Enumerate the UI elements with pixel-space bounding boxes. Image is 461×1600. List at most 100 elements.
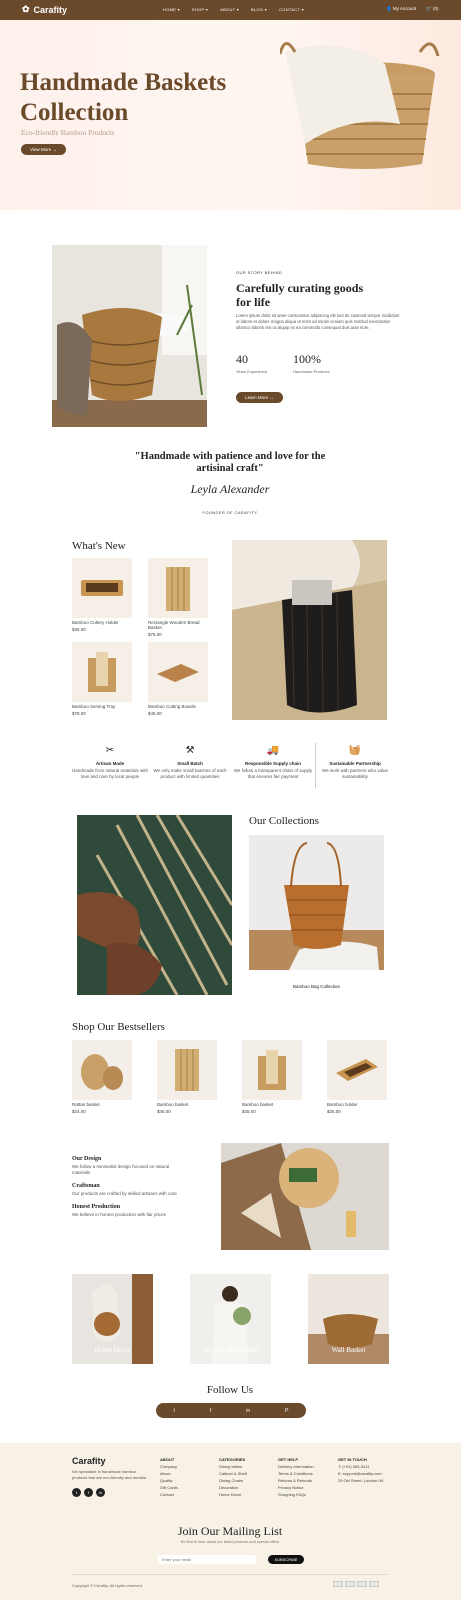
- product-name: Bamboo basket: [242, 1102, 274, 1107]
- product-image: [72, 642, 132, 702]
- product-image: [148, 642, 208, 702]
- twitter-icon[interactable]: t: [173, 1408, 174, 1414]
- footer-social: t f in: [72, 1488, 105, 1497]
- nav-shop[interactable]: SHOP ▾: [192, 7, 208, 12]
- product-price: $35.00: [72, 627, 86, 632]
- bestseller-card[interactable]: Bamboo basket $45.00: [157, 1040, 217, 1114]
- account-link[interactable]: 👤 My Account: [386, 6, 416, 12]
- footer-email[interactable]: E: support@carafity.com: [338, 1470, 393, 1477]
- bag-collection-image[interactable]: [249, 835, 384, 970]
- value-title: Craftsman: [72, 1183, 100, 1189]
- table-setting-image: [221, 1143, 389, 1250]
- stat-years-label: Years Experience: [236, 369, 268, 374]
- footer-link[interactable]: Delivery Information: [278, 1463, 333, 1470]
- bestseller-card[interactable]: Rattan basket $24.00: [72, 1040, 132, 1114]
- product-card[interactable]: Bamboo Cutlery Holder $35.00: [72, 558, 132, 632]
- values-list: Our Design We follow a minimalist design…: [72, 1156, 187, 1218]
- category-wall-basket[interactable]: Wall Basket: [308, 1274, 389, 1364]
- about-kicker: OUR STORY BEHIND: [236, 270, 283, 275]
- category-label: Home Decor: [94, 1346, 131, 1354]
- product-card[interactable]: Bamboo Serving Tray $78.00: [72, 642, 132, 716]
- site-footer: Carafity We specialize in handmade bambo…: [0, 1443, 461, 1600]
- footer-link[interactable]: Quality: [160, 1477, 210, 1484]
- truck-icon: 🚚: [266, 745, 280, 756]
- bestseller-card[interactable]: Bamboo holder $35.00: [327, 1040, 387, 1114]
- feature-text: We only make small batches of each produ…: [153, 768, 227, 779]
- about-basket-image: [52, 245, 207, 427]
- nav-contact[interactable]: CONTACT ▾: [279, 7, 304, 12]
- about-body: Lorem ipsum dolor sit amet consectetur a…: [236, 313, 400, 330]
- footer-link[interactable]: Cabinet & Shelf: [219, 1470, 274, 1477]
- facebook-icon[interactable]: f: [210, 1408, 211, 1414]
- collection-caption[interactable]: Bamboo Bag Collection: [249, 984, 384, 989]
- brand-logo[interactable]: ✿ Carafity: [22, 4, 67, 15]
- site-header: ✿ Carafity HOME ▾ SHOP ▾ ABOUT ▾ BLOG ▾ C…: [0, 0, 461, 20]
- product-image: [148, 558, 208, 618]
- product-name: Bamboo Cutting Boards: [148, 704, 196, 709]
- cart-link[interactable]: 🛒 (0): [426, 6, 438, 12]
- product-name: Bamboo basket: [157, 1102, 189, 1107]
- bestseller-card[interactable]: Bamboo basket $45.00: [242, 1040, 302, 1114]
- newsletter-email-input[interactable]: [157, 1555, 257, 1564]
- product-price: $35.00: [327, 1109, 341, 1114]
- founder-signature: Leyla Alexander: [190, 482, 270, 496]
- footer-col-help: GET HELP Delivery Information Terms & Co…: [278, 1456, 333, 1498]
- footer-link[interactable]: Dining Chairs: [219, 1477, 274, 1484]
- nav-home[interactable]: HOME ▾: [163, 7, 180, 12]
- footer-link[interactable]: Decoration: [219, 1484, 274, 1491]
- founder-quote: "Handmade with patience and love for the…: [134, 451, 326, 474]
- product-price: $45.00: [148, 711, 162, 716]
- feature-artisan: ✂ Artisan Made Handmade from natural mat…: [70, 745, 150, 780]
- instagram-icon[interactable]: in: [246, 1408, 250, 1414]
- category-home-decor[interactable]: Home Decor: [72, 1274, 153, 1364]
- quote-attribution: FOUNDER OF CARAFITY: [202, 510, 258, 515]
- footer-link[interactable]: Shopping FAQs: [278, 1491, 333, 1498]
- footer-col-title: CATEGORIES: [219, 1457, 246, 1462]
- stat-handmade-value: 100%: [293, 352, 321, 366]
- product-card[interactable]: Bamboo Cutting Boards $45.00: [148, 642, 208, 716]
- footer-col-title: ABOUT: [160, 1457, 175, 1462]
- whats-new-title: What's New: [72, 540, 126, 552]
- value-text: We follow a minimalist design focused on…: [72, 1164, 170, 1175]
- feature-supply-chain: 🚚 Responsible Supply chain We follow a t…: [233, 745, 313, 780]
- product-name: Rectangle Wooden Bread Basket: [148, 620, 200, 630]
- product-price: $45.00: [242, 1109, 256, 1114]
- category-wooden-handmade[interactable]: Wooden Handmade: [190, 1274, 271, 1364]
- footer-link[interactable]: Company: [160, 1463, 210, 1470]
- product-price: $24.00: [72, 1109, 86, 1114]
- hero-view-more-button[interactable]: View More →: [21, 144, 66, 155]
- nav-blog[interactable]: BLOG ▾: [251, 7, 267, 12]
- footer-link[interactable]: Privacy Notice: [278, 1484, 333, 1491]
- copyright: Copyright © Carafity. All rights reserve…: [72, 1583, 143, 1588]
- product-name: Bamboo Serving Tray: [72, 704, 116, 709]
- product-image: [72, 558, 132, 618]
- follow-title: Follow Us: [206, 1384, 254, 1396]
- footer-phone[interactable]: T: (+91) 555-3411: [338, 1463, 393, 1470]
- footer-link[interactable]: Contact: [160, 1491, 210, 1498]
- scissors-icon: ✂: [105, 745, 115, 756]
- footer-link[interactable]: Home Decor: [219, 1491, 274, 1498]
- bestsellers-title: Shop Our Bestsellers: [72, 1021, 165, 1033]
- collections-title: Our Collections: [249, 815, 319, 827]
- learn-more-button[interactable]: Learn More →: [236, 392, 283, 403]
- about-title: Carefully curating goods for life: [236, 281, 364, 309]
- footer-link[interactable]: Returns & Refunds: [278, 1477, 333, 1484]
- facebook-icon[interactable]: f: [84, 1488, 93, 1497]
- subscribe-button[interactable]: SUBSCRIBE: [268, 1555, 304, 1564]
- stat-handmade-label: Handmade Products: [293, 369, 330, 374]
- footer-link[interactable]: Terms & Conditions: [278, 1470, 333, 1477]
- product-card[interactable]: Rectangle Wooden Bread Basket $78.00: [148, 558, 208, 637]
- feature-small-batch: ⚒ Small Batch We only make small batches…: [150, 745, 230, 780]
- footer-col-contact: GET IN TOUCH T: (+91) 555-3411 E: suppor…: [338, 1456, 393, 1484]
- pinterest-icon[interactable]: P: [285, 1408, 288, 1414]
- feature-partnership: 🧺 Sustainable Partnership We work with p…: [315, 745, 395, 780]
- footer-link[interactable]: Dining tables: [219, 1463, 274, 1470]
- footer-link[interactable]: About: [160, 1470, 210, 1477]
- footer-divider: [72, 1574, 389, 1575]
- basket-icon: 🧺: [348, 745, 362, 756]
- twitter-icon[interactable]: t: [72, 1488, 81, 1497]
- footer-link[interactable]: Gift Cards: [160, 1484, 210, 1491]
- instagram-icon[interactable]: in: [96, 1488, 105, 1497]
- hero-title: Handmade Baskets Collection: [20, 69, 227, 126]
- nav-about[interactable]: ABOUT ▾: [220, 7, 239, 12]
